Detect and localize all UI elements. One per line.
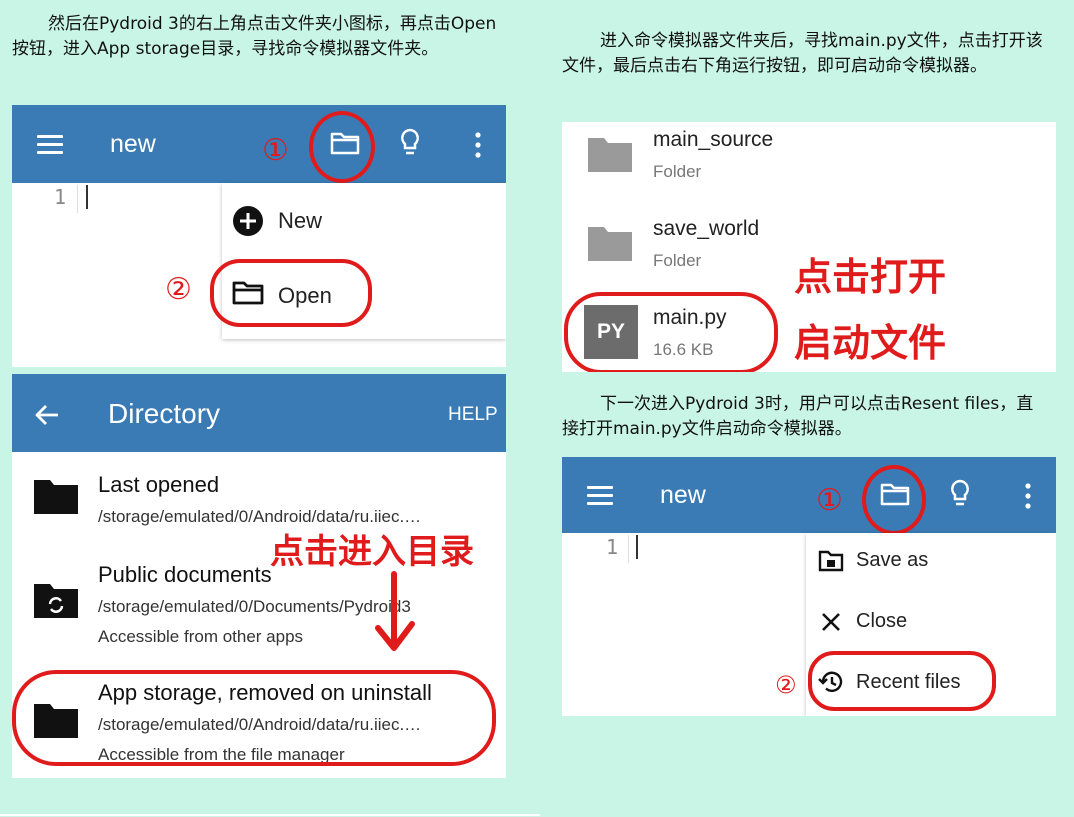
directory-screenshot: Directory HELP Last opened /storage/emul…	[12, 374, 506, 778]
directory-title: Directory	[108, 398, 221, 429]
app-bar: new	[562, 457, 1056, 533]
dir-item-title-1[interactable]: Public documents	[98, 562, 272, 588]
file-item-sub-0: Folder	[653, 162, 702, 181]
main-py-highlight-ring	[564, 292, 778, 372]
folder-gray-icon	[588, 227, 632, 261]
step-1-marker: ①	[262, 133, 289, 168]
folder-highlight-ring	[862, 465, 926, 535]
editor-gutter	[77, 185, 78, 213]
menu-item-close[interactable]: Close	[856, 610, 907, 633]
menu-icon[interactable]	[587, 486, 613, 506]
more-vert-icon[interactable]	[1024, 483, 1032, 509]
file-list-screenshot: main_source Folder save_world Folder 点击打…	[562, 122, 1056, 372]
lightbulb-icon[interactable]	[398, 127, 422, 159]
editor-screenshot-1: new ① 1 New Open ②	[12, 105, 506, 367]
bottom-divider	[0, 814, 540, 816]
open-highlight-ring	[210, 259, 372, 327]
editor-screenshot-2: new ① 1 Save as Close Recent files ②	[562, 457, 1056, 716]
folder-gray-icon	[588, 138, 632, 172]
right-intro-text: 进入命令模拟器文件夹后，寻找main.py文件，点击打开该文件，最后点击右下角运…	[562, 31, 1043, 76]
file-item-name-1[interactable]: save_world	[653, 217, 759, 241]
annotation-start-file: 启动文件	[794, 321, 947, 365]
more-vert-icon[interactable]	[474, 132, 482, 158]
close-icon	[822, 613, 840, 631]
recent-files-highlight-ring	[808, 651, 996, 711]
dir-item-desc-1: Accessible from other apps	[98, 627, 304, 646]
red-down-arrow	[375, 571, 415, 651]
right-middle-text: 下一次进入Pydroid 3时，用户可以点击Resent files，直接打开m…	[562, 394, 1034, 439]
app-storage-highlight-ring	[12, 670, 496, 766]
help-button[interactable]: HELP	[448, 404, 498, 426]
annotation-enter-directory: 点击进入目录	[270, 532, 474, 572]
line-number: 1	[54, 185, 67, 209]
directory-app-bar: Directory HELP	[12, 374, 506, 452]
left-intro-text: 然后在Pydroid 3的右上角点击文件夹小图标，再点击Open按钮，进入App…	[12, 14, 497, 59]
app-bar: new	[12, 105, 506, 183]
file-item-sub-1: Folder	[653, 251, 702, 270]
folder-sync-icon	[34, 584, 78, 618]
save-as-icon	[818, 550, 844, 572]
editor-title: new	[110, 130, 156, 158]
annotation-click-open: 点击打开	[794, 255, 947, 299]
folder-highlight-ring	[309, 111, 375, 183]
line-number: 1	[606, 535, 619, 559]
add-circle-icon	[233, 206, 263, 236]
file-item-name-0[interactable]: main_source	[653, 128, 773, 152]
step-2-marker: ②	[165, 272, 192, 307]
editor-gutter	[628, 535, 629, 563]
dir-item-title-0[interactable]: Last opened	[98, 472, 219, 498]
step-1-marker: ①	[816, 483, 843, 518]
menu-item-save-as[interactable]: Save as	[856, 549, 928, 572]
folder-filled-icon	[34, 480, 78, 514]
editor-title: new	[660, 481, 706, 509]
text-cursor	[86, 185, 88, 209]
dir-item-path-1: /storage/emulated/0/Documents/Pydroid3	[98, 597, 411, 616]
step-2-marker: ②	[775, 671, 797, 699]
text-cursor	[636, 535, 638, 559]
menu-icon[interactable]	[37, 135, 63, 155]
menu-item-new[interactable]: New	[278, 208, 322, 234]
back-arrow-icon[interactable]	[34, 404, 60, 426]
lightbulb-icon[interactable]	[948, 478, 972, 510]
